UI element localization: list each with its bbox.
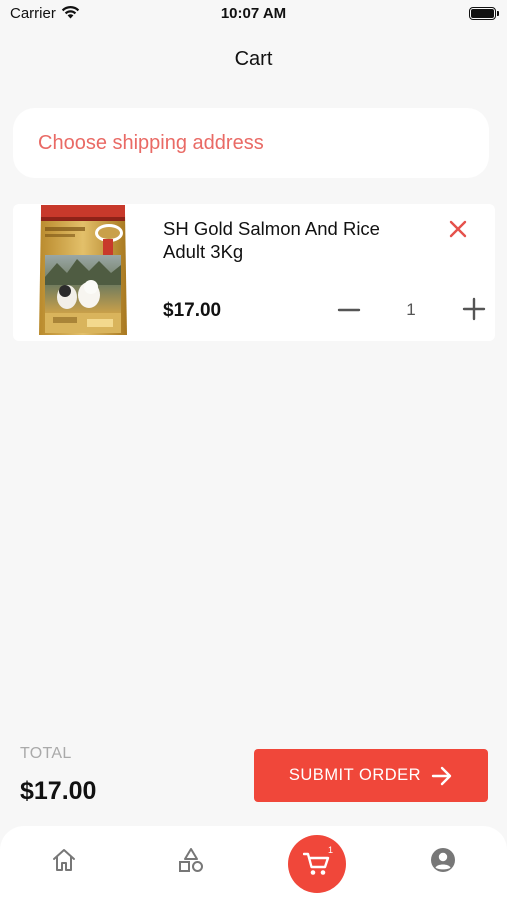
decrease-quantity-button[interactable] — [336, 297, 362, 323]
submit-order-button[interactable]: SUBMIT ORDER — [254, 749, 488, 802]
cart-icon — [303, 852, 330, 875]
battery-icon — [469, 7, 499, 20]
home-icon — [53, 849, 75, 871]
product-name: SH Gold Salmon And Rice Adult 3Kg — [163, 218, 380, 262]
quantity-value: 1 — [406, 300, 416, 319]
shipping-address-selector[interactable]: Choose shipping address — [13, 108, 489, 178]
submit-order-label: SUBMIT ORDER — [288, 766, 422, 784]
nav-categories[interactable] — [177, 846, 205, 874]
total-label: TOTAL — [20, 745, 72, 762]
cart-item: SH Gold Salmon And Rice Adult 3Kg $17.00… — [13, 204, 495, 341]
shapes-icon — [179, 848, 203, 872]
status-time: 10:07 AM — [220, 5, 287, 22]
shipping-address-prompt: Choose shipping address — [38, 131, 264, 154]
close-icon — [449, 220, 467, 238]
increase-quantity-button[interactable] — [460, 295, 488, 323]
plus-icon — [462, 297, 486, 321]
status-bar: Carrier 10:07 AM — [0, 0, 507, 30]
nav-cart[interactable]: 1 — [288, 835, 346, 893]
minus-icon — [337, 308, 361, 312]
nav-account[interactable] — [429, 846, 457, 874]
total-value: $17.00 — [20, 777, 97, 805]
product-price: $17.00 — [163, 300, 222, 321]
remove-item-button[interactable] — [447, 218, 469, 240]
arrow-right-icon — [431, 766, 452, 785]
page-title: Cart — [234, 48, 273, 70]
nav-home[interactable] — [50, 846, 78, 874]
account-icon — [431, 848, 455, 872]
dog-food-bag-image — [37, 205, 129, 341]
bottom-navigation: 1 — [0, 826, 507, 900]
cart-count-badge: 1 — [328, 845, 334, 855]
